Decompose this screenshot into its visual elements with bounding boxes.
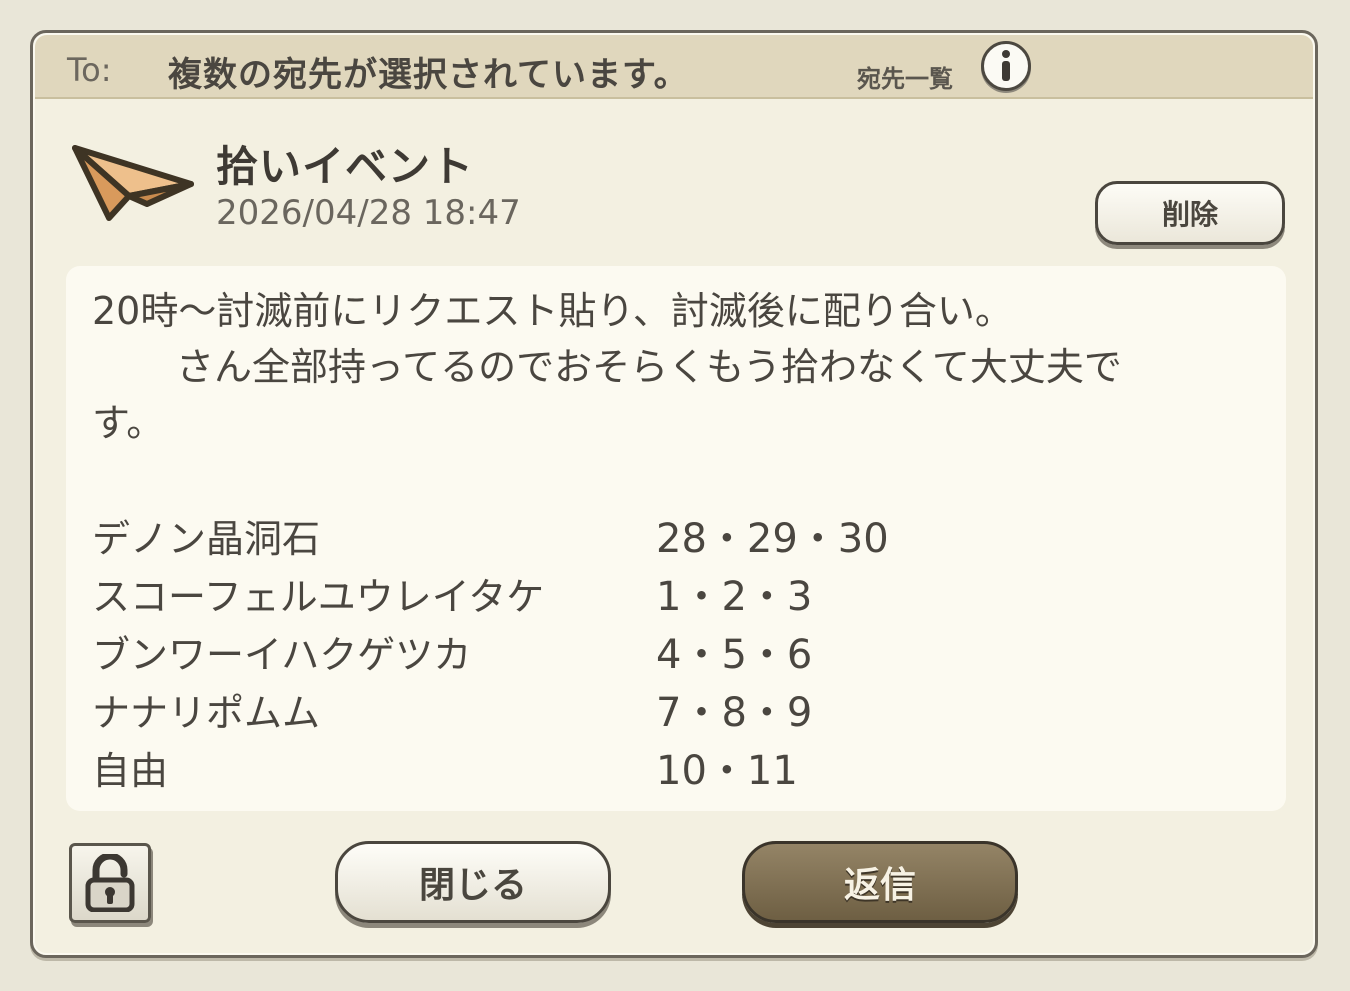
mail-timestamp: 2026/04/28 18:47 [216,193,521,233]
mail-window: To: 複数の宛先が選択されています。 宛先一覧 拾いイベント 2026/04/… [30,30,1318,958]
lock-toggle-button[interactable] [69,843,151,923]
item-schedule-table: デノン晶洞石 28・29・30 スコーフェルユウレイタケ 1・2・3 ブンワーイ… [92,506,889,796]
to-label: To: [67,51,112,89]
delete-button[interactable]: 削除 [1095,181,1285,245]
item-dates: 7・8・9 [656,690,813,736]
recipient-list-label: 宛先一覧 [857,65,953,93]
item-name: スコーフェルユウレイタケ [92,574,545,619]
item-dates: 10・11 [656,748,798,794]
item-name: ナナリポムム [92,690,321,735]
info-icon [1002,50,1010,81]
item-name: 自由 [92,748,169,793]
recipients-text: 複数の宛先が選択されています。 [168,55,689,95]
item-row: スコーフェルユウレイタケ 1・2・3 [92,564,889,622]
recipient-bar: To: 複数の宛先が選択されています。 宛先一覧 [35,35,1313,99]
paper-plane-icon [72,145,194,221]
item-dates: 4・5・6 [656,632,813,678]
unlocked-padlock-icon [85,854,135,912]
item-row: ナナリポムム 7・8・9 [92,680,889,738]
item-row: ブンワーイハクゲツカ 4・5・6 [92,622,889,680]
body-line: す。 [92,401,165,445]
mail-subject: 拾いイベント [216,142,475,191]
close-button[interactable]: 閉じる [335,841,611,923]
item-row: デノン晶洞石 28・29・30 [92,506,889,564]
item-dates: 1・2・3 [656,574,813,620]
item-dates: 28・29・30 [656,516,889,562]
item-name: デノン晶洞石 [92,516,321,561]
recipient-list-info-button[interactable] [981,41,1031,91]
message-body: 20時〜討滅前にリクエスト貼り、討滅後に配り合い。 さん全部持ってるのでおそらく… [66,266,1286,811]
body-line: 20時〜討滅前にリクエスト貼り、討滅後に配り合い。 [92,289,1013,333]
item-row: 自由 10・11 [92,738,889,796]
item-name: ブンワーイハクゲツカ [92,632,472,677]
body-line: さん全部持ってるのでおそらくもう拾わなくて大丈夫で [176,345,1122,389]
reply-button[interactable]: 返信 [742,841,1018,923]
